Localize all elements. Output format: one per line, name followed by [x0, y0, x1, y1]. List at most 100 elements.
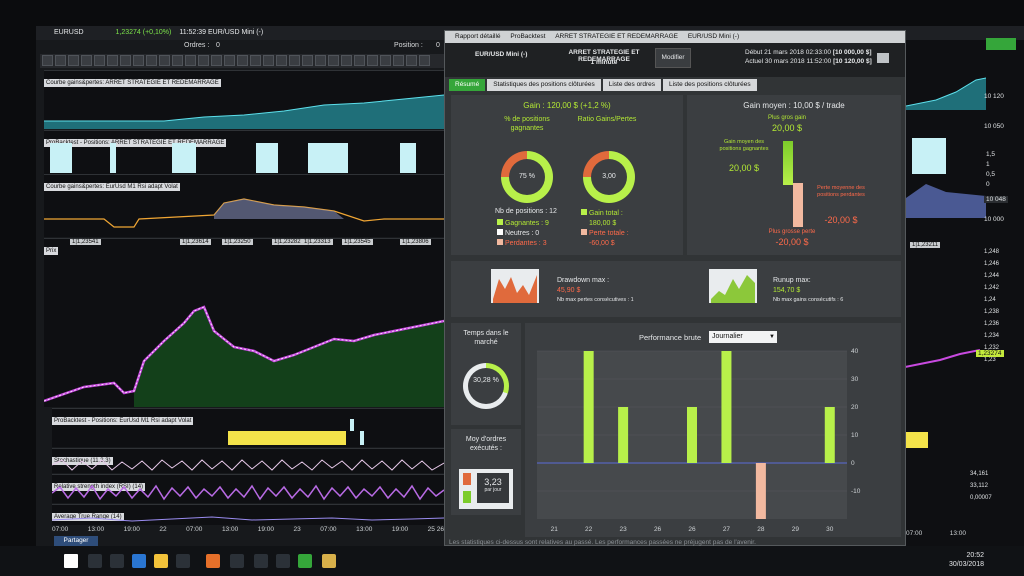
y-tick-label: 40 [851, 348, 859, 355]
winning-ring: 75 % [501, 151, 553, 203]
toolbar-tool-icon[interactable] [367, 55, 378, 66]
nb-positions: Nb de positions : 12 [495, 208, 557, 215]
store-icon[interactable] [176, 554, 190, 568]
drawing-toolbar [40, 54, 446, 68]
buy-arrow-icon [463, 491, 471, 503]
toolbar-tool-icon[interactable] [328, 55, 339, 66]
period-select-value: Journalier [712, 333, 743, 340]
toolbar-tool-icon[interactable] [354, 55, 365, 66]
task-view-icon[interactable] [110, 554, 124, 568]
report-tabs: Résumé Statistiques des positions clôtur… [449, 79, 757, 91]
ratio-ring-value: 3,00 [591, 159, 627, 195]
toolbar-tool-icon[interactable] [237, 55, 248, 66]
chevron-down-icon[interactable]: ▼ [769, 331, 775, 343]
tab-closed-positions[interactable]: Liste des positions clôturées [663, 79, 757, 91]
right-axis-eq2: 10 000 [984, 216, 1004, 223]
price-label-4: 1|1,23282 [272, 239, 303, 245]
toolbar-tool-icon[interactable] [302, 55, 313, 66]
performance-label: Performance brute [639, 333, 702, 342]
system-clock[interactable]: 20:52 30/03/2018 [944, 551, 984, 569]
price-label-2: 1|1,23614 [180, 239, 211, 245]
x-tick-label: 23 [619, 526, 627, 533]
bar [583, 351, 594, 463]
performance-chart: -10 0 10 20 30 40 21 22 23 26 26 27 28 29 30 [537, 348, 861, 533]
time-ring: 30,28 % [463, 363, 509, 409]
toolbar-tool-icon[interactable] [185, 55, 196, 66]
print-icon[interactable] [877, 53, 889, 63]
toolbar-tool-icon[interactable] [133, 55, 144, 66]
tab-orders[interactable]: Liste des ordres [602, 79, 661, 91]
positions-panel-1: ProBacktest - Positions: ARRET STRATEGIE… [44, 130, 444, 175]
toolbar-tool-icon[interactable] [159, 55, 170, 66]
add-chart-button[interactable] [986, 38, 1016, 50]
price-label-5: 1|1,23313 [302, 239, 333, 245]
right-stoch-vals: 34,161 33,112 0,00007 [970, 471, 992, 501]
detailed-report-window: Rapport détaillé ProBacktest ARRET STRAT… [444, 30, 906, 546]
toolbar-tool-icon[interactable] [81, 55, 92, 66]
equity-panel-2: Courbe gains&pertes: EurUsd M1 Rsi adapt… [44, 174, 444, 237]
drawdown-value: 45,90 $ [557, 287, 581, 294]
right-axis-top: 10 120 10 050 [984, 93, 1004, 130]
search-icon[interactable] [88, 554, 102, 568]
toolbar-tool-icon[interactable] [224, 55, 235, 66]
firefox-icon[interactable] [206, 554, 220, 568]
orders-per-day-box: 3,23 par jour [459, 469, 513, 509]
app-icon[interactable] [254, 554, 268, 568]
orders-per-day-card: Moy d'ordres exécutés : 3,23 par jour [451, 429, 521, 515]
right-price-small: 1|1,23211 [910, 242, 941, 248]
equity-panel-1: Courbe gains&pertes: ARRET STRATEGIE ET … [44, 70, 444, 129]
right-price-axis: 1,248 1,246 1,244 1,242 1,24 1,238 1,236 1,234 1… [984, 249, 1000, 363]
app-icon-3[interactable] [322, 554, 336, 568]
toolbar-tool-icon[interactable] [250, 55, 261, 66]
toolbar-tool-icon[interactable] [146, 55, 157, 66]
toolbar-tool-icon[interactable] [419, 55, 430, 66]
biggest-loss-label: Plus grosse perte [768, 229, 816, 235]
share-button[interactable]: Partager [54, 536, 98, 546]
time-axis: 07:00 13:00 19:00 22 07:00 13:00 19:00 23 07:00 1… [52, 526, 444, 533]
period-select[interactable]: Journalier ▼ [709, 331, 777, 343]
toolbar-tool-icon[interactable] [68, 55, 79, 66]
mail-icon[interactable] [230, 554, 244, 568]
right-time-axis: 07:00 13:00 [906, 530, 966, 537]
toolbar-tool-icon[interactable] [172, 55, 183, 66]
toolbar-tool-icon[interactable] [341, 55, 352, 66]
toolbar-tool-icon[interactable] [393, 55, 404, 66]
explorer-icon[interactable] [154, 554, 168, 568]
toolbar-tool-icon[interactable] [380, 55, 391, 66]
symbol-label[interactable]: EURUSD [54, 29, 84, 36]
right-position-block [912, 138, 946, 174]
toolbar-tool-icon[interactable] [211, 55, 222, 66]
debut-row: Début 21 mars 2018 02:33:00 [10 000,00 $… [745, 49, 872, 56]
toolbar-tool-icon[interactable] [198, 55, 209, 66]
toolbar-tool-icon[interactable] [276, 55, 287, 66]
prorealtime-icon[interactable] [298, 554, 312, 568]
tab-stats[interactable]: Statistiques des positions clôturées [487, 79, 601, 91]
x-tick-label: 28 [757, 526, 765, 533]
orders-label: Ordres : [184, 42, 210, 49]
actuel-row: Actuel 30 mars 2018 11:52:00 [10 120,00 … [745, 58, 872, 65]
toolbar-tool-icon[interactable] [263, 55, 274, 66]
toolbar-tool-icon[interactable] [55, 55, 66, 66]
price-label-1: 1|1,23541 [70, 239, 101, 245]
instrument-label: EUR/USD Mini (-) [475, 51, 528, 58]
x-tick-label: 29 [792, 526, 800, 533]
x-tick-label: 22 [585, 526, 593, 533]
performance-card: Performance brute Journalier ▼ -10 0 10 20 3… [525, 323, 901, 537]
tab-resume[interactable]: Résumé [449, 79, 486, 91]
toolbar-tool-icon[interactable] [406, 55, 417, 66]
atr-panel: Average True Range (14) [52, 504, 444, 525]
toolbar-tool-icon[interactable] [42, 55, 53, 66]
toolbar-tool-icon[interactable] [107, 55, 118, 66]
report-title-tab-3: EUR/USD Mini (-) [687, 33, 740, 40]
orders-bar: Ordres : 0 Position : 0 [36, 40, 446, 52]
edge-icon[interactable] [132, 554, 146, 568]
toolbar-tool-icon[interactable] [315, 55, 326, 66]
runup-icon [709, 269, 757, 303]
windows-start-icon[interactable] [64, 554, 78, 568]
app-icon-2[interactable] [276, 554, 290, 568]
toolbar-tool-icon[interactable] [120, 55, 131, 66]
modify-button[interactable]: Modifier [655, 48, 691, 68]
position-value: 0 [436, 42, 440, 49]
toolbar-tool-icon[interactable] [289, 55, 300, 66]
toolbar-tool-icon[interactable] [94, 55, 105, 66]
